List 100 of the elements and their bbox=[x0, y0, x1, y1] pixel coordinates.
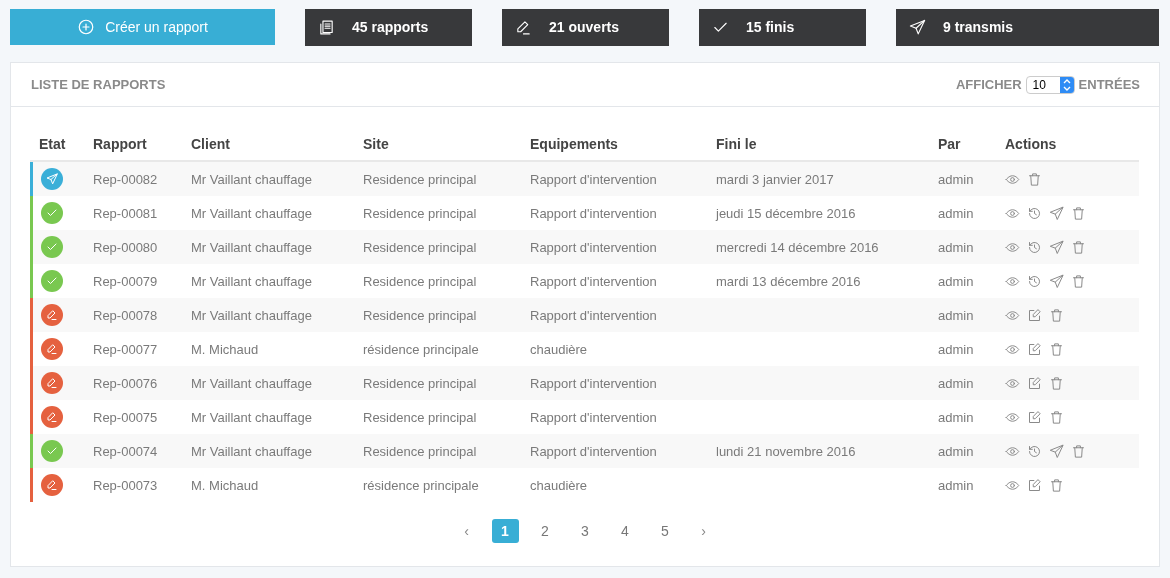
action-button[interactable] bbox=[1027, 205, 1042, 221]
table-cell: Mr Vaillant chauffage bbox=[191, 376, 312, 391]
action-button[interactable] bbox=[1071, 239, 1086, 255]
show-label: AFFICHER bbox=[955, 75, 1022, 94]
pencil-icon bbox=[46, 479, 58, 491]
page-link[interactable]: 4 bbox=[611, 519, 639, 543]
table-cell: Residence principal bbox=[363, 240, 477, 255]
action-button[interactable] bbox=[1027, 375, 1042, 391]
action-button[interactable] bbox=[1027, 273, 1042, 289]
plus-circle-icon bbox=[77, 18, 96, 36]
trash-icon bbox=[1027, 171, 1042, 187]
table-cell: Mr Vaillant chauffage bbox=[191, 206, 312, 221]
action-button[interactable] bbox=[1049, 205, 1064, 221]
table-cell: admin bbox=[938, 240, 974, 255]
table-cell: Rep-00082 bbox=[93, 172, 158, 187]
table-cell: admin bbox=[938, 376, 974, 391]
table-cell: Residence principal bbox=[363, 308, 477, 323]
table-cell: Rapport d'intervention bbox=[530, 240, 657, 255]
action-button[interactable] bbox=[1071, 205, 1086, 221]
trash-icon bbox=[1071, 273, 1086, 289]
table-cell: chaudière bbox=[530, 478, 588, 493]
create-report-button[interactable]: Créer un rapport bbox=[10, 9, 275, 45]
action-button[interactable] bbox=[1071, 443, 1086, 459]
action-button[interactable] bbox=[1027, 239, 1042, 255]
table-cell: Mr Vaillant chauffage bbox=[191, 444, 312, 459]
action-button[interactable] bbox=[1049, 307, 1064, 323]
trash-icon bbox=[1071, 205, 1086, 221]
action-button[interactable] bbox=[1049, 273, 1064, 289]
action-button[interactable] bbox=[1027, 477, 1042, 493]
page-size-select[interactable]: 10 bbox=[1025, 75, 1075, 94]
edit-icon bbox=[1027, 375, 1042, 391]
table-cell: Mr Vaillant chauffage bbox=[191, 172, 312, 187]
panel-title: LISTE DE RAPPORTS bbox=[31, 75, 166, 94]
action-button[interactable] bbox=[1049, 477, 1064, 493]
trash-icon bbox=[1049, 307, 1064, 323]
table-cell: Rep-00075 bbox=[93, 410, 158, 425]
action-button[interactable] bbox=[1027, 171, 1042, 187]
next-page-link[interactable]: › bbox=[691, 519, 716, 543]
stat-label: 9 transmis bbox=[943, 17, 1014, 37]
table-cell: admin bbox=[938, 410, 974, 425]
table-cell: résidence principale bbox=[363, 342, 479, 357]
history-icon bbox=[1027, 443, 1042, 459]
action-button[interactable] bbox=[1027, 341, 1042, 357]
page-link[interactable]: 1 bbox=[491, 519, 519, 543]
table-cell: M. Michaud bbox=[191, 342, 259, 357]
check-icon bbox=[46, 207, 58, 219]
paper-plane-icon bbox=[46, 173, 58, 185]
table-cell: Residence principal bbox=[363, 444, 477, 459]
column-header: Rapport bbox=[93, 136, 147, 152]
stat-label: 21 ouverts bbox=[549, 17, 620, 37]
column-header: Etat bbox=[39, 136, 66, 152]
action-button[interactable] bbox=[1027, 409, 1042, 425]
pencil-icon bbox=[46, 309, 58, 321]
table-cell: Mr Vaillant chauffage bbox=[191, 308, 312, 323]
previous-page-link[interactable]: ‹ bbox=[454, 519, 479, 543]
documents-icon bbox=[318, 18, 335, 36]
action-button[interactable] bbox=[1027, 443, 1042, 459]
table-cell: mardi 3 janvier 2017 bbox=[716, 172, 834, 187]
action-button[interactable] bbox=[1071, 273, 1086, 289]
table-cell: Rep-00074 bbox=[93, 444, 158, 459]
table-cell: admin bbox=[938, 308, 974, 323]
action-button[interactable] bbox=[1027, 307, 1042, 323]
action-button[interactable] bbox=[1049, 341, 1064, 357]
table-cell: admin bbox=[938, 478, 974, 493]
table-cell: Rep-00076 bbox=[93, 376, 158, 391]
stat-label: 15 finis bbox=[746, 17, 795, 37]
table-cell: jeudi 15 décembre 2016 bbox=[716, 206, 856, 221]
column-header: Par bbox=[938, 136, 961, 152]
table-cell: Residence principal bbox=[363, 376, 477, 391]
check-icon bbox=[46, 275, 58, 287]
table-cell: Rapport d'intervention bbox=[530, 206, 657, 221]
table-cell: admin bbox=[938, 444, 974, 459]
table-cell: Residence principal bbox=[363, 206, 477, 221]
column-header: Site bbox=[363, 136, 389, 152]
action-button[interactable] bbox=[1049, 239, 1064, 255]
page-link[interactable]: 3 bbox=[571, 519, 599, 543]
column-header: Actions bbox=[1005, 136, 1057, 152]
edit-icon bbox=[1027, 341, 1042, 357]
page-link[interactable]: 2 bbox=[531, 519, 559, 543]
paper-plane-icon bbox=[1049, 273, 1064, 289]
table-cell: Mr Vaillant chauffage bbox=[191, 240, 312, 255]
check-icon bbox=[46, 241, 58, 253]
table-cell: résidence principale bbox=[363, 478, 479, 493]
history-icon bbox=[1027, 205, 1042, 221]
action-button[interactable] bbox=[1049, 409, 1064, 425]
table-cell: Mr Vaillant chauffage bbox=[191, 274, 312, 289]
action-button[interactable] bbox=[1049, 443, 1064, 459]
table-cell: admin bbox=[938, 342, 974, 357]
table-cell: chaudière bbox=[530, 342, 588, 357]
table-cell: Residence principal bbox=[363, 410, 477, 425]
table-cell: Rapport d'intervention bbox=[530, 274, 657, 289]
stepper-icon bbox=[1059, 76, 1074, 93]
page-link[interactable]: 5 bbox=[651, 519, 679, 543]
trash-icon bbox=[1049, 477, 1064, 493]
action-button[interactable] bbox=[1049, 375, 1064, 391]
table-cell: admin bbox=[938, 274, 974, 289]
table-cell: Rep-00079 bbox=[93, 274, 158, 289]
trash-icon bbox=[1049, 375, 1064, 391]
stat-label: 45 rapports bbox=[352, 17, 429, 37]
table-cell: Residence principal bbox=[363, 172, 477, 187]
